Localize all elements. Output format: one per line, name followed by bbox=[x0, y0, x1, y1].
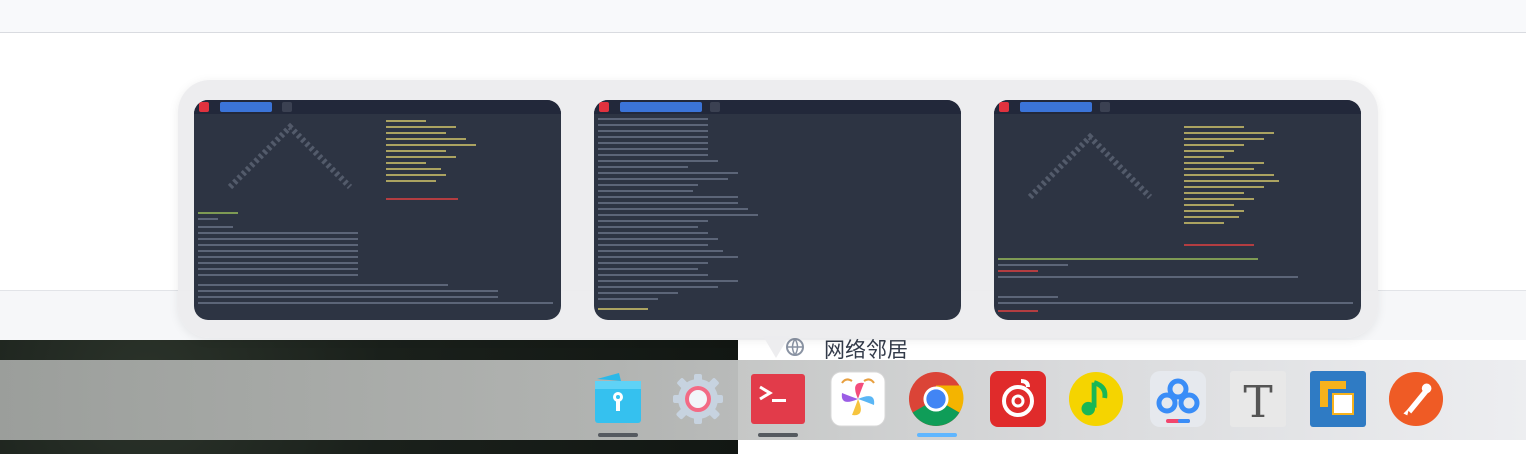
window-preview-terminal-2[interactable] bbox=[594, 100, 961, 320]
window-preview-terminal-3[interactable] bbox=[994, 100, 1361, 320]
dock-postman[interactable] bbox=[1388, 371, 1444, 427]
dock-chrome[interactable] bbox=[908, 371, 964, 427]
dock-settings[interactable] bbox=[670, 371, 726, 427]
chrome-icon bbox=[908, 371, 964, 427]
typora-icon: T bbox=[1230, 371, 1286, 427]
new-tab-icon bbox=[282, 102, 292, 112]
new-tab-icon bbox=[710, 102, 720, 112]
tab bbox=[620, 102, 702, 112]
baidu-netdisk-icon bbox=[1150, 371, 1206, 427]
dock-qq-music[interactable] bbox=[1068, 371, 1124, 427]
new-tab-icon bbox=[1100, 102, 1110, 112]
tab bbox=[1020, 102, 1092, 112]
dock-netease-music[interactable] bbox=[990, 371, 1046, 427]
postman-icon bbox=[1388, 371, 1444, 427]
netease-music-icon bbox=[990, 371, 1046, 427]
dock-baidu-netdisk[interactable] bbox=[1150, 371, 1206, 427]
dock-virtualbox[interactable] bbox=[1310, 371, 1366, 427]
popup-pointer bbox=[763, 336, 789, 358]
dock-file-manager[interactable] bbox=[590, 371, 646, 427]
folder-icon bbox=[595, 373, 641, 423]
window-top-toolbar bbox=[0, 0, 1526, 33]
dock-terminal[interactable] bbox=[750, 371, 806, 427]
close-icon bbox=[199, 102, 209, 112]
terminal-icon bbox=[751, 374, 805, 424]
dock-typora[interactable]: T bbox=[1230, 371, 1286, 427]
window-preview-terminal-1[interactable] bbox=[194, 100, 561, 320]
close-icon bbox=[599, 102, 609, 112]
titlebar bbox=[594, 100, 961, 114]
running-indicator bbox=[917, 433, 957, 437]
titlebar bbox=[194, 100, 561, 114]
ascii-logo bbox=[227, 122, 353, 190]
close-icon bbox=[999, 102, 1009, 112]
pinwheel-icon bbox=[830, 371, 886, 427]
gear-icon bbox=[673, 374, 723, 424]
running-indicator bbox=[598, 433, 638, 437]
qq-music-icon bbox=[1068, 371, 1124, 427]
running-indicator bbox=[758, 433, 798, 437]
virtualbox-icon bbox=[1310, 371, 1366, 427]
dock-image-viewer[interactable] bbox=[830, 371, 886, 427]
ascii-logo bbox=[1027, 132, 1153, 200]
tab bbox=[220, 102, 272, 112]
svg-text:T: T bbox=[1243, 377, 1272, 427]
titlebar bbox=[994, 100, 1361, 114]
